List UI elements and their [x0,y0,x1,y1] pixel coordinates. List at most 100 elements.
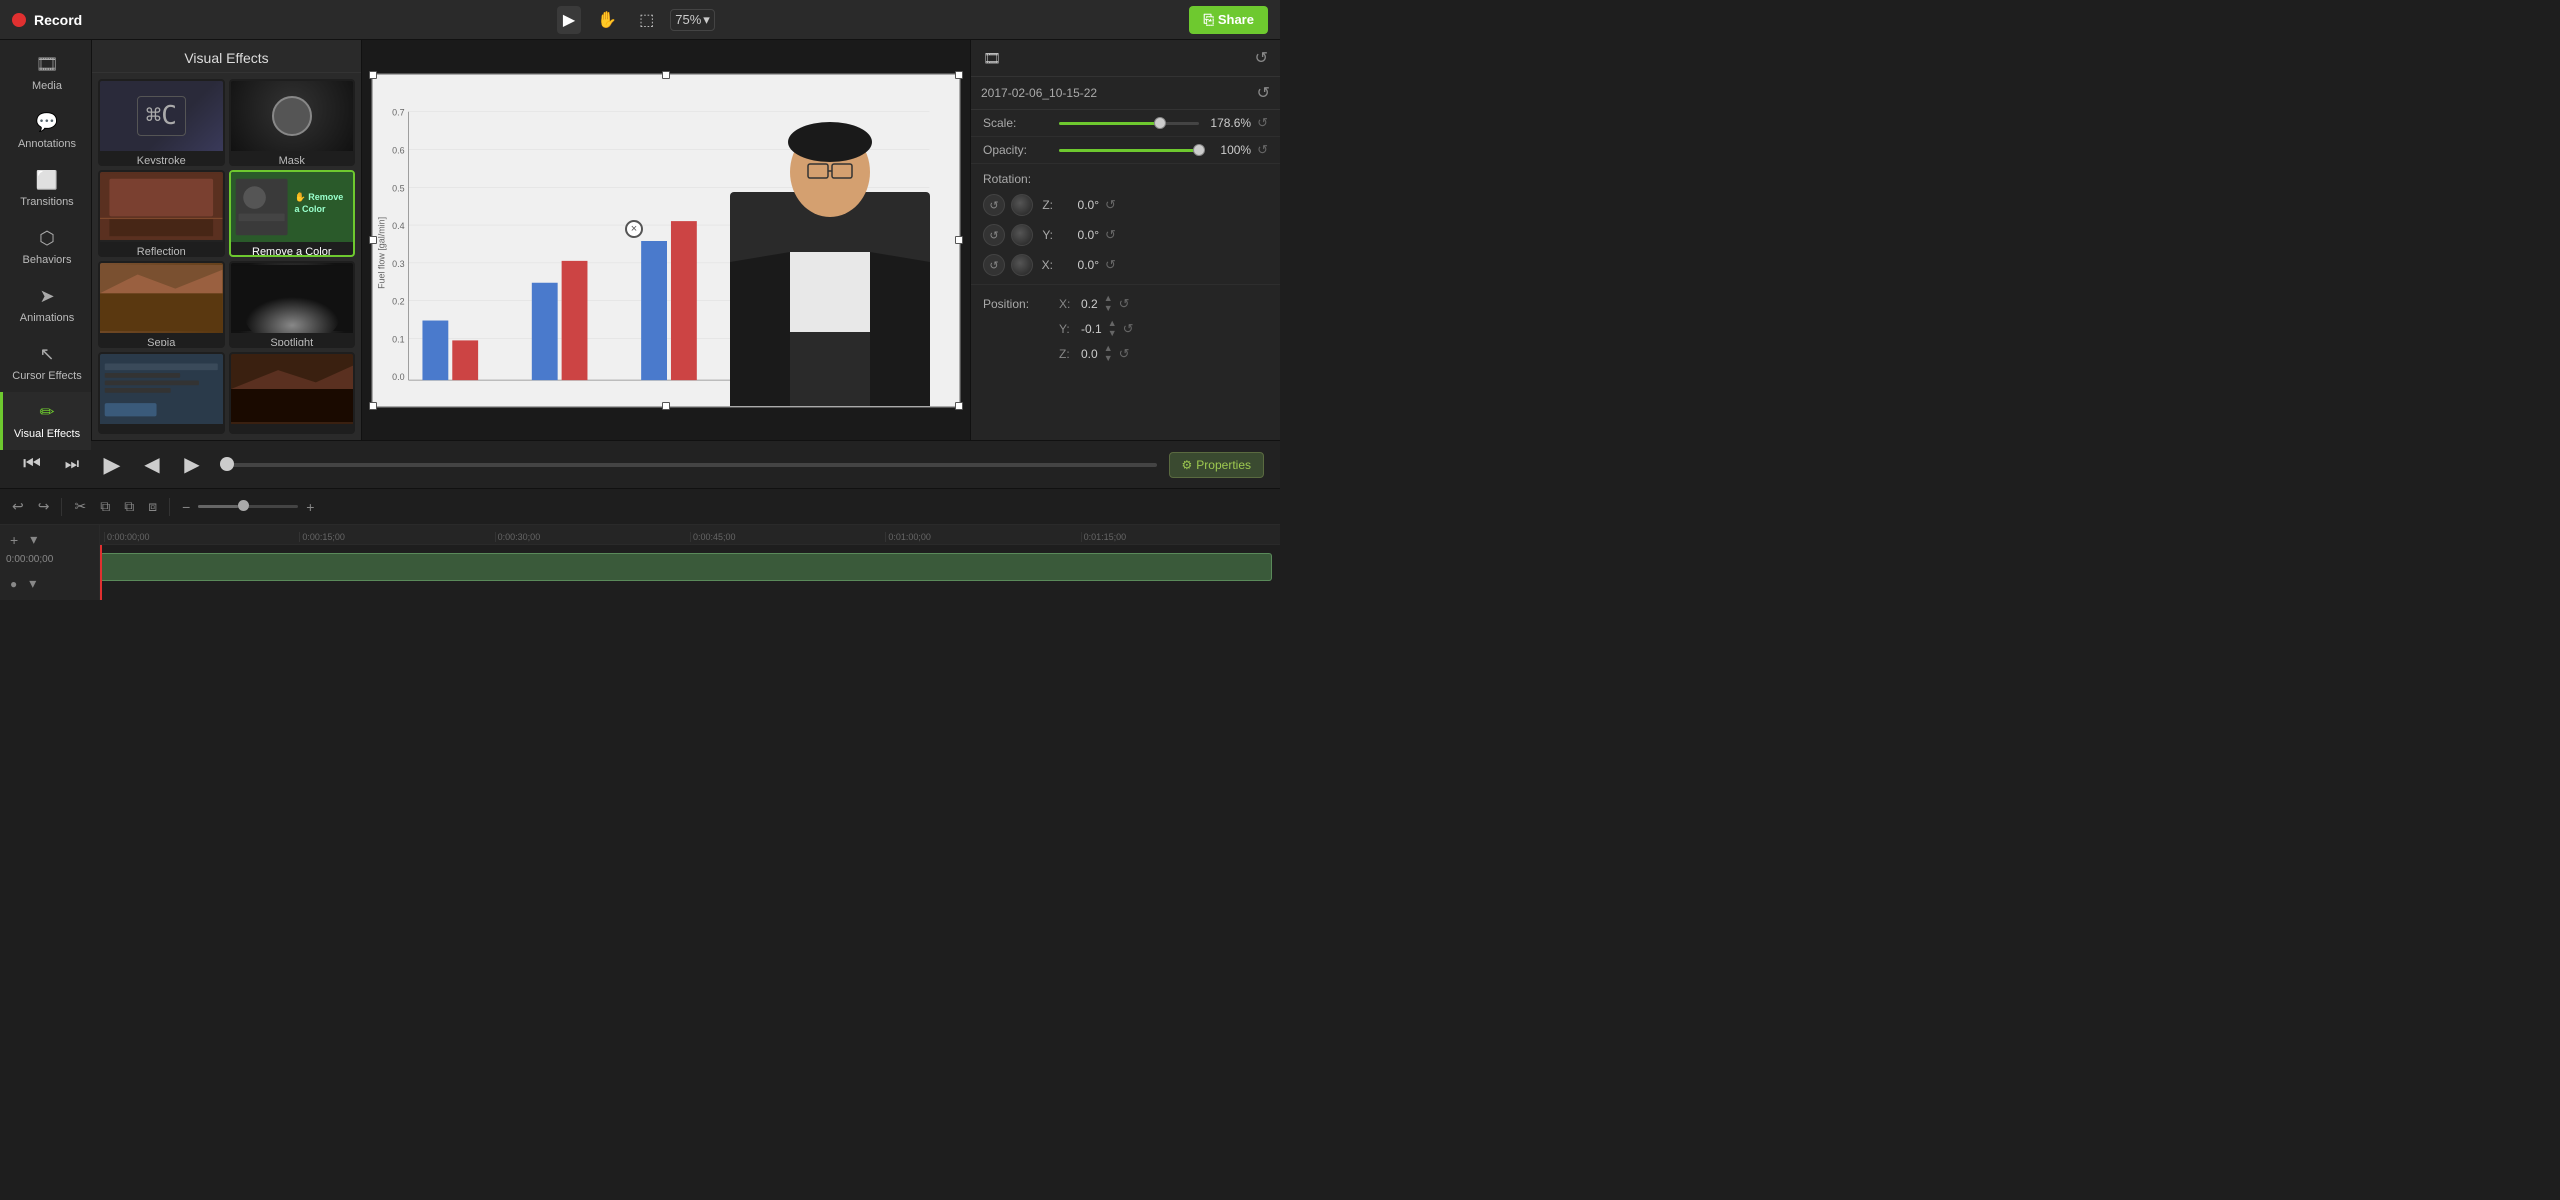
add-track-btn[interactable]: + [6,530,22,550]
y-axis-label: Y: [1039,228,1053,242]
scale-value: 178.6% [1205,116,1251,130]
visual-effects-icon: ✏ [39,402,54,423]
rotation-label: Rotation: [983,172,1053,186]
prev-frame-btn[interactable]: ◀ [136,449,168,481]
position-z-up-btn[interactable]: ▲ [1104,344,1113,353]
position-y-spinner[interactable]: ▲ ▼ [1108,319,1117,338]
main-area: 🎞 Media 💬 Annotations ⬜ Transitions ⬡ Be… [0,40,1280,440]
select-tool-btn[interactable]: ▶ [557,6,581,34]
split-btn[interactable]: ⧈ [144,496,161,517]
svg-text:0.4: 0.4 [392,221,404,231]
track-misc-controls: ● ▾ [6,573,93,594]
rotation-y-knob[interactable] [1011,224,1033,246]
effect-reflection[interactable]: Reflection [98,170,225,257]
position-z-value: 0.0 [1081,347,1098,361]
keystroke-label: Keystroke [100,151,223,166]
sidebar-item-media[interactable]: 🎞 Media [0,44,91,102]
rotation-y-ccw-btn[interactable]: ↺ [983,224,1005,246]
effect-extra1[interactable] [98,352,225,434]
properties-reset-btn[interactable]: ↺ [1255,48,1268,68]
collapse-track-btn[interactable]: ▾ [26,529,41,550]
svg-text:0.6: 0.6 [392,145,404,155]
scale-label: Scale: [983,116,1053,130]
effect-remove-color[interactable]: ✋ Removea Color Remove a Color [229,170,356,257]
position-y-down-btn[interactable]: ▼ [1108,329,1117,338]
step-back-btn[interactable]: ⏭ [56,449,88,481]
sidebar-label-transitions: Transitions [20,196,73,208]
copy-btn[interactable]: ⧉ [96,496,114,517]
position-y-value: -0.1 [1081,322,1102,336]
sidebar-item-transitions[interactable]: ⬜ Transitions [0,160,91,218]
position-z-reset-btn[interactable]: ↺ [1119,346,1130,362]
effect-keystroke[interactable]: ⌘C Keystroke [98,79,225,166]
rotation-z-knob[interactable] [1011,194,1033,216]
properties-panel: 🎞 ↺ 2017-02-06_10-15-22 ↺ Scale: 178.6% … [970,40,1280,440]
zoom-track[interactable] [198,505,298,508]
play-btn[interactable]: ▶ [96,449,128,481]
zoom-out-btn[interactable]: − [178,497,194,517]
progress-bar[interactable] [220,463,1157,467]
canvas-area: 0.7 0.6 0.5 0.4 0.3 0.2 0.1 0.0 Fuel flo… [362,40,970,440]
crop-tool-btn[interactable]: ⬚ [633,6,660,34]
svg-text:0.7: 0.7 [392,107,404,117]
remove-color-label: Remove a Color [231,242,354,257]
video-canvas[interactable]: 0.7 0.6 0.5 0.4 0.3 0.2 0.1 0.0 Fuel flo… [371,73,961,408]
rotation-x-knob[interactable] [1011,254,1033,276]
share-button[interactable]: ⎘ Share [1189,6,1268,34]
position-x-spinner[interactable]: ▲ ▼ [1104,294,1113,313]
effect-extra2[interactable] [229,352,356,434]
scale-reset-btn[interactable]: ↺ [1257,115,1268,131]
cut-btn[interactable]: ✂ [70,496,90,517]
top-bar-left: Record [12,12,82,28]
sidebar-label-cursor-effects: Cursor Effects [12,370,82,382]
effects-panel-title: Visual Effects [92,40,361,73]
timeline: ↩ ↪ ✂ ⧉ ⧉ ⧈ − + + ▾ 0:00:00;00 ● ▾ [0,488,1280,600]
position-x-up-btn[interactable]: ▲ [1104,294,1113,303]
position-x-down-btn[interactable]: ▼ [1104,304,1113,313]
zoom-in-btn[interactable]: + [302,497,318,517]
progress-thumb[interactable] [220,457,234,471]
position-y-reset-btn[interactable]: ↺ [1123,321,1134,337]
paste-btn[interactable]: ⧉ [120,496,138,517]
track-audio-btn[interactable]: ● [6,573,21,594]
position-y-up-btn[interactable]: ▲ [1108,319,1117,328]
position-z-spinner[interactable]: ▲ ▼ [1104,344,1113,363]
redo-btn[interactable]: ↪ [34,496,54,517]
track-clip[interactable] [100,553,1272,581]
position-y-axis-label: Y: [1059,322,1075,336]
effects-grid: ⌘C Keystroke Mask [92,73,361,440]
position-x-reset-btn[interactable]: ↺ [1119,296,1130,312]
hand-tool-btn[interactable]: ✋ [591,6,623,34]
properties-btn[interactable]: ⚙ Properties [1169,452,1264,478]
sidebar-item-cursor-effects[interactable]: ↖ Cursor Effects [0,334,91,392]
record-indicator [12,13,26,27]
opacity-slider[interactable] [1059,149,1199,152]
effect-sepia[interactable]: Sepia [98,261,225,348]
rotation-z-reset-btn[interactable]: ↺ [1105,197,1116,213]
sidebar-item-animations[interactable]: ➤ Animations [0,276,91,334]
zoom-thumb[interactable] [238,500,249,511]
filename-reset-btn[interactable]: ↺ [1257,83,1270,103]
position-z-down-btn[interactable]: ▼ [1104,354,1113,363]
undo-btn[interactable]: ↩ [8,496,28,517]
rewind-btn[interactable]: ⏮ [16,449,48,481]
rotation-x-ccw-btn[interactable]: ↺ [983,254,1005,276]
opacity-reset-btn[interactable]: ↺ [1257,142,1268,158]
scale-slider[interactable] [1059,122,1199,125]
zoom-control[interactable]: 75% ▾ [670,9,715,31]
sidebar-item-behaviors[interactable]: ⬡ Behaviors [0,218,91,276]
sepia-label: Sepia [100,333,223,348]
effect-spotlight[interactable]: Spotlight [229,261,356,348]
top-bar: Record ▶ ✋ ⬚ 75% ▾ ⎘ Share [0,0,1280,40]
rotation-y-reset-btn[interactable]: ↺ [1105,227,1116,243]
sidebar-item-annotations[interactable]: 💬 Annotations [0,102,91,160]
track-content[interactable] [100,545,1280,600]
rotation-z-ccw-btn[interactable]: ↺ [983,194,1005,216]
person-svg [700,112,960,407]
rotation-x-reset-btn[interactable]: ↺ [1105,257,1116,273]
ruler-mark-0: 0:00:00;00 [104,532,299,542]
sidebar-item-visual-effects[interactable]: ✏ Visual Effects [0,392,91,450]
track-expand-btn[interactable]: ▾ [25,573,40,594]
next-frame-btn[interactable]: ▶ [176,449,208,481]
effect-mask[interactable]: Mask [229,79,356,166]
